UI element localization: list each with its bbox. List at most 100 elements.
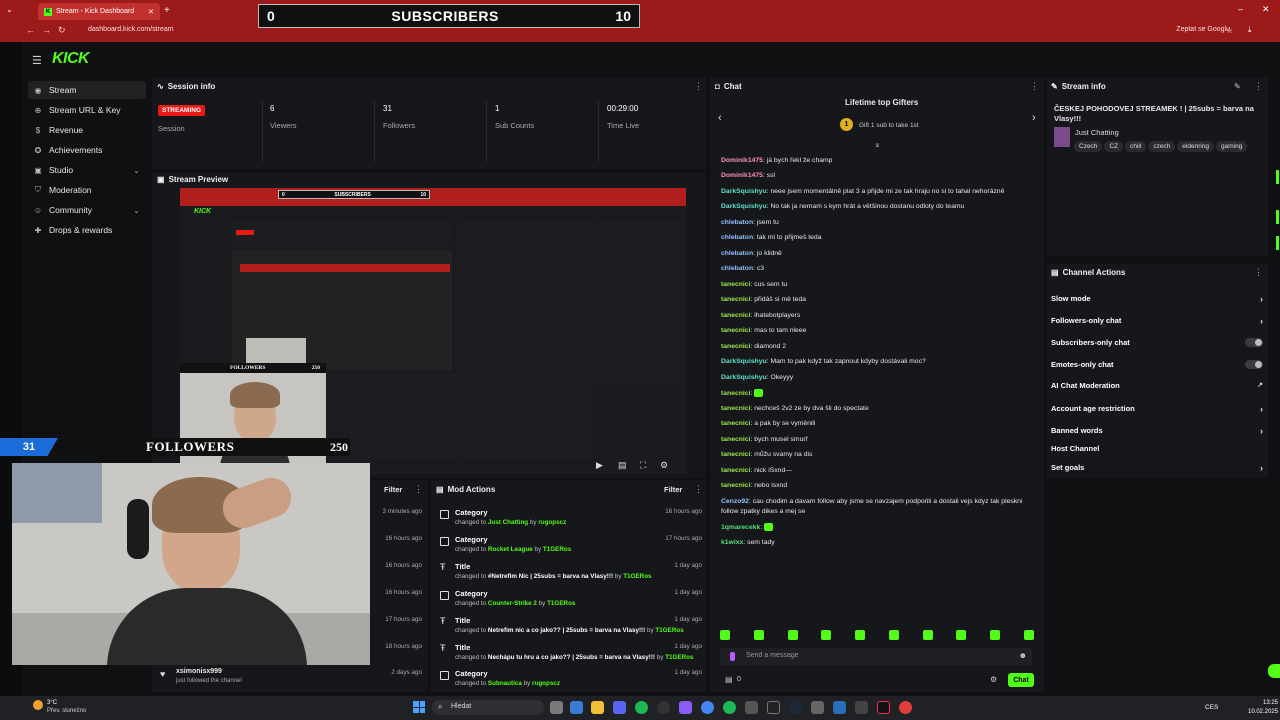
host-channel-row[interactable]: Host Channel	[1051, 444, 1263, 453]
quick-emote-icon[interactable]	[720, 630, 730, 640]
clock-date[interactable]: 10.02.2025	[1248, 709, 1278, 715]
quick-emote-icon[interactable]	[922, 630, 933, 640]
chat-username[interactable]: Cenzo92	[721, 498, 749, 505]
reload-icon[interactable]: ↻	[58, 25, 66, 36]
chat-username[interactable]: tanecnici	[721, 327, 750, 334]
gear-icon[interactable]: ⚙	[660, 460, 668, 471]
app-icon[interactable]	[833, 701, 846, 714]
discord-icon[interactable]	[613, 701, 626, 714]
mod-user[interactable]: rugopscz	[532, 680, 560, 687]
chat-username[interactable]: 1qmarecekk	[721, 524, 760, 531]
subscribers-only-toggle[interactable]	[1245, 338, 1263, 347]
quick-emote-icon[interactable]	[990, 630, 1001, 640]
stream-info-menu-icon[interactable]: ⋮	[1254, 81, 1263, 92]
chat-username[interactable]: tanecnici	[721, 436, 750, 443]
sidebar-item-stream[interactable]: ◉ Stream	[28, 81, 146, 99]
file-explorer-icon[interactable]	[591, 701, 604, 714]
ai-moderation-row[interactable]: AI Chat Moderation ↗	[1051, 381, 1263, 390]
sidebar-item-stream-url[interactable]: ⊕ Stream URL & Key	[28, 101, 146, 119]
follow-user[interactable]: xsimonisx999	[176, 668, 222, 675]
app-icon[interactable]	[745, 701, 758, 714]
tag-chip[interactable]: eldenring	[1177, 141, 1215, 152]
channel-actions-menu-icon[interactable]: ⋮	[1254, 267, 1263, 278]
chat-username[interactable]: Dominik1475	[721, 172, 763, 179]
sidebar-item-drops[interactable]: ✚ Drops & rewards	[28, 221, 146, 239]
quick-emote-icon[interactable]	[855, 630, 866, 640]
chat-username[interactable]: chlebaton	[721, 234, 753, 241]
chrome-icon[interactable]	[701, 701, 714, 714]
quick-emote-icon[interactable]	[888, 630, 899, 640]
chat-username[interactable]: tanecnici	[721, 451, 750, 458]
windows-start-icon[interactable]	[413, 701, 425, 713]
app-icon[interactable]	[570, 701, 583, 714]
kick-logo[interactable]: KICK	[52, 50, 90, 68]
chat-username[interactable]: chlebaton	[721, 265, 753, 272]
mod-filter[interactable]: Filter	[664, 485, 682, 494]
gifters-next-icon[interactable]: ›	[1032, 112, 1036, 124]
tiktok-icon[interactable]	[877, 701, 890, 714]
activity-filter[interactable]: Filter	[384, 485, 402, 494]
chat-username[interactable]: DarkSquishyu	[721, 203, 767, 210]
downloads-icon[interactable]: ⤓	[1248, 25, 1252, 35]
chat-settings-icon[interactable]: ⚙	[990, 675, 997, 684]
followers-only-row[interactable]: Followers-only chat ›	[1051, 316, 1263, 326]
stream-preview-video[interactable]: 0 SUBSCRIBERS 10 KICK FOLLOWERS 250 ▶ ▤ ⛶ ⚙	[180, 188, 686, 474]
chat-username[interactable]: tanecnici	[721, 281, 750, 288]
play-icon[interactable]: ▶	[596, 460, 603, 471]
chat-username[interactable]: Dominik1475	[721, 157, 763, 164]
emotes-only-toggle[interactable]	[1245, 360, 1263, 369]
tag-chip[interactable]: gaming	[1216, 141, 1248, 152]
edit-icon[interactable]: ✎	[1234, 82, 1241, 91]
obs-icon[interactable]	[657, 701, 670, 714]
app-icon[interactable]	[723, 701, 736, 714]
quick-emote-icon[interactable]	[753, 630, 764, 640]
mod-user[interactable]: rugopscz	[538, 519, 566, 526]
mod-user[interactable]: T1GERos	[665, 654, 693, 661]
chat-username[interactable]: tanecnici	[721, 467, 750, 474]
chat-menu-icon[interactable]: ⋮	[1030, 81, 1039, 92]
task-view-icon[interactable]	[550, 701, 563, 714]
chat-username[interactable]: tanecnici	[721, 482, 750, 489]
mod-user[interactable]: T1GERos	[623, 573, 651, 580]
mod-user[interactable]: T1GERos	[543, 546, 571, 553]
new-tab-icon[interactable]: +	[164, 5, 170, 16]
browser-tab[interactable]: K Stream - Kick Dashboard ✕	[38, 3, 160, 20]
slow-mode-row[interactable]: Slow mode ›	[1051, 294, 1263, 304]
quick-emote-icon[interactable]	[1023, 630, 1034, 640]
chat-username[interactable]: tanecnici	[721, 420, 750, 427]
chat-username[interactable]: k1wixx	[721, 539, 743, 546]
stream-category[interactable]: Just Chatting	[1075, 128, 1119, 137]
quick-emote-icon[interactable]	[787, 630, 798, 640]
minimize-icon[interactable]: –	[1238, 4, 1243, 14]
forward-icon[interactable]: →	[42, 25, 51, 35]
browser-icon[interactable]	[899, 701, 912, 714]
quick-emote-icon[interactable]	[956, 630, 967, 640]
tab-close-icon[interactable]: ✕	[148, 8, 154, 16]
chat-username[interactable]: tanecnici	[721, 390, 750, 397]
set-goals-row[interactable]: Set goals ›	[1051, 463, 1263, 473]
settings-icon[interactable]: ▤	[618, 460, 627, 471]
chat-username[interactable]: tanecnici	[721, 296, 750, 303]
emoji-icon[interactable]: ☻	[1019, 651, 1027, 660]
tab-list-icon[interactable]: ⌄	[6, 5, 13, 14]
mod-user[interactable]: T1GERos	[547, 600, 575, 607]
chat-username[interactable]: DarkSquishyu	[721, 374, 767, 381]
fullscreen-icon[interactable]: ⛶	[640, 460, 646, 471]
gifters-prev-icon[interactable]: ‹	[718, 112, 722, 124]
mod-menu-icon[interactable]: ⋮	[694, 484, 703, 495]
tag-chip[interactable]: czech	[1148, 141, 1176, 152]
chat-input[interactable]: Send a message ☻	[720, 648, 1032, 665]
bookmark-star-icon[interactable]: ☆	[1226, 26, 1233, 35]
app-icon[interactable]	[767, 701, 780, 714]
quick-emote-icon[interactable]	[821, 630, 832, 640]
chat-username[interactable]: DarkSquishyu	[721, 188, 767, 195]
sidebar-item-moderation[interactable]: ⛉ Moderation	[28, 181, 146, 199]
app-icon[interactable]	[855, 701, 868, 714]
language-indicator[interactable]: CES	[1205, 704, 1218, 711]
chat-username[interactable]: DarkSquishyu	[721, 358, 767, 365]
menu-icon[interactable]: ☰	[32, 54, 42, 67]
banned-words-row[interactable]: Banned words ›	[1051, 426, 1263, 436]
session-menu-icon[interactable]: ⋮	[694, 81, 703, 92]
close-window-icon[interactable]: ✕	[1262, 4, 1270, 15]
sidebar-item-achievements[interactable]: ✪ Achievements	[28, 141, 146, 159]
